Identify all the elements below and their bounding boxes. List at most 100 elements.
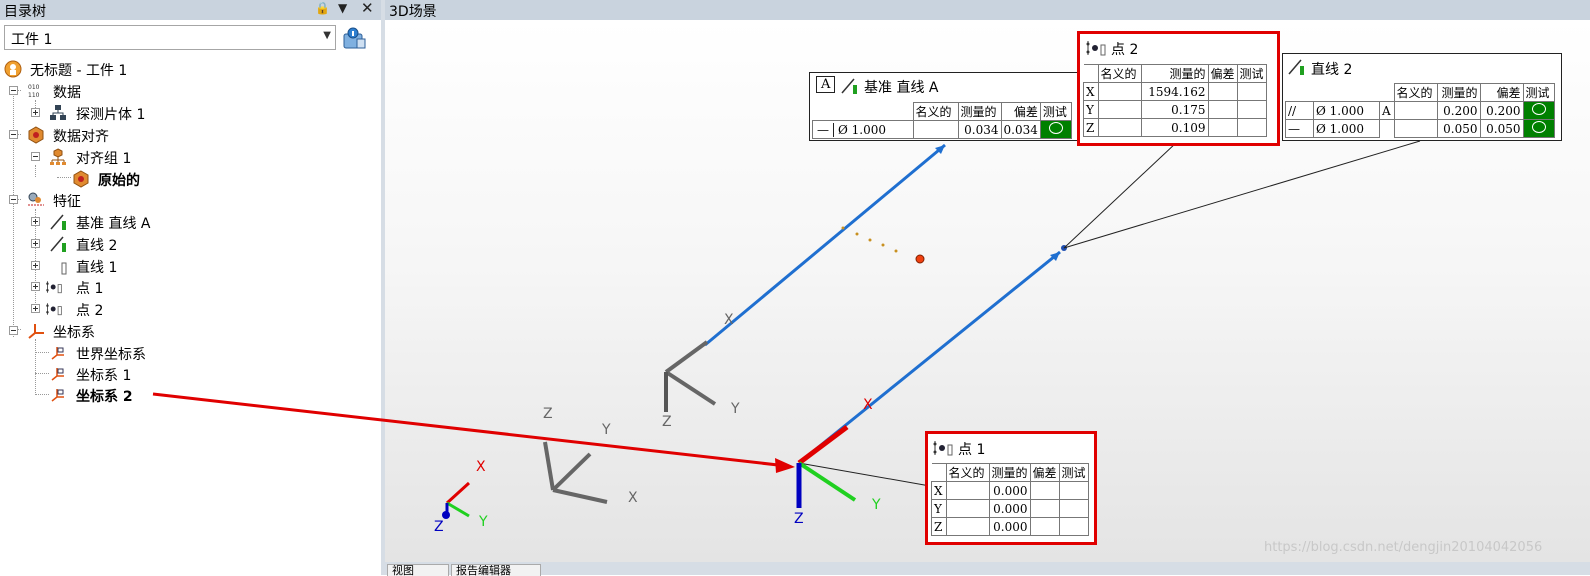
label-title: 点 1 (958, 442, 986, 458)
pin-icon[interactable]: 🔒 (315, 1, 330, 15)
line-1-geometry[interactable] (841, 226, 898, 253)
col-test: 测试 (1236, 64, 1267, 83)
close-icon[interactable]: ✕ (361, 0, 374, 17)
svg-text:Y: Y (871, 497, 881, 513)
collapse-toggle[interactable] (9, 130, 18, 139)
panel-title-bar: 目录树 🔒 ▼ ✕ (0, 0, 381, 20)
expand-toggle[interactable] (31, 217, 40, 226)
point-icon (933, 441, 953, 456)
pass-indicator (1522, 119, 1555, 138)
table-row: Z 0.000 (931, 517, 1089, 536)
datum-line-a-geometry[interactable] (704, 143, 946, 347)
panel-menu-icon[interactable]: ▼ (338, 1, 347, 15)
tree-item-label: 数据对齐 (53, 129, 109, 145)
tab-view[interactable]: 视图 (387, 564, 449, 576)
line-icon (1288, 59, 1304, 75)
tree-item-line-2[interactable]: 直线 2 (0, 233, 381, 254)
label-line-2[interactable]: 直线 2 名义的 测量的 偏差 测试 //Ø 1.000 A 0.200 0.200 … (1282, 53, 1562, 141)
tree-item-label: 坐标系 1 (76, 368, 132, 384)
col-nominal: 名义的 (1097, 64, 1142, 83)
tree-item-alignment-group[interactable]: 对齐组 1 (0, 146, 381, 167)
col-test: 测试 (1522, 83, 1555, 102)
svg-text:X: X (863, 397, 873, 413)
tree-item-coordinate-systems[interactable]: 坐标系 (0, 320, 381, 341)
datum-line-icon (50, 214, 66, 230)
pass-indicator (1522, 101, 1555, 120)
workpiece-icon (4, 60, 22, 78)
svg-text:110: 110 (28, 92, 40, 99)
workpiece-properties-icon[interactable] (341, 25, 367, 51)
alignment-icon (28, 126, 44, 144)
label-datum-line-a[interactable]: A 基准 直线 A 名义的 测量的 偏差 测试 — Ø 1.000 0.034 0… (809, 72, 1078, 141)
expand-toggle[interactable] (31, 239, 40, 248)
tree-item-features[interactable]: 特征 (0, 189, 381, 210)
point-icon (1086, 41, 1106, 56)
table-row: Z 0.109 (1083, 118, 1267, 137)
tree-item-point-1[interactable]: 点 1 (0, 276, 381, 297)
tree-item-label: 点 1 (76, 281, 104, 297)
tree-item-label: 点 2 (76, 303, 104, 319)
tree-item-probe-body[interactable]: 探测片体 1 (0, 102, 381, 123)
tree-item-csys-1[interactable]: 坐标系 1 (0, 363, 381, 384)
pass-indicator (1039, 120, 1072, 139)
csys-2-triad[interactable]: X Y Z (794, 397, 881, 527)
coordinate-system-icon (28, 324, 44, 339)
col-deviation: 偏差 (1029, 463, 1060, 482)
collapse-toggle[interactable] (9, 326, 18, 335)
col-measured: 测量的 (957, 102, 1002, 121)
line-icon (50, 236, 66, 252)
col-nominal: 名义的 (945, 463, 990, 482)
leader-line-line2 (1063, 140, 1421, 249)
table-row: Y 0.000 (931, 499, 1089, 518)
collapse-toggle[interactable] (9, 86, 18, 95)
point-marker[interactable] (915, 254, 925, 264)
col-measured: 测量的 (1436, 83, 1481, 102)
csys-1-triad[interactable]: X Y Z (662, 312, 740, 430)
workpiece-dropdown[interactable]: 工件 1 ▼ (4, 25, 336, 50)
tree-item-line-1[interactable]: 直线 1 (0, 255, 381, 276)
collapse-toggle[interactable] (9, 195, 18, 204)
world-csys-triad[interactable]: Z Y X (543, 406, 638, 506)
tree-item-csys-2[interactable]: 坐标系 2 (0, 384, 381, 405)
tree-item-workpiece[interactable]: 无标题 - 工件 1 (0, 58, 381, 79)
tree-item-label: 无标题 - 工件 1 (30, 63, 128, 79)
expand-toggle[interactable] (31, 261, 40, 270)
expand-toggle[interactable] (31, 282, 40, 291)
col-nominal: 名义的 (1393, 83, 1438, 102)
scene-title: 3D场景 (389, 4, 437, 20)
features-icon (28, 192, 44, 206)
col-deviation: 偏差 (1207, 64, 1238, 83)
chevron-down-icon[interactable]: ▼ (323, 30, 331, 41)
datum-symbol: A (816, 76, 836, 93)
svg-text:X: X (628, 490, 638, 506)
point-icon (46, 281, 62, 294)
expand-toggle[interactable] (31, 304, 40, 313)
svg-text:Y: Y (478, 514, 488, 530)
label-title: 直线 2 (1311, 62, 1353, 78)
original-alignment-icon (73, 170, 89, 188)
tree-item-original[interactable]: 原始的 (0, 168, 381, 189)
point-icon (46, 303, 62, 316)
svg-text:Z: Z (794, 511, 804, 527)
tree-item-label: 世界坐标系 (76, 347, 146, 363)
watermark: https://blog.csdn.net/dengjin20104042056 (1264, 540, 1543, 555)
csys-icon (51, 389, 64, 402)
line-gray-icon (61, 262, 67, 275)
tree-item-datum-line-a[interactable]: 基准 直线 A (0, 211, 381, 232)
tree-item-world-csys[interactable]: 世界坐标系 (0, 342, 381, 363)
table-row: Y 0.175 (1083, 100, 1267, 119)
svg-text:010: 010 (28, 84, 40, 91)
tree-item-label: 探测片体 1 (76, 107, 146, 123)
label-point-1[interactable]: 点 1 名义的 测量的 偏差 测试 X 0.000 Y 0.000 Z 0.000 (925, 431, 1097, 545)
collapse-toggle[interactable] (31, 152, 40, 161)
tree-item-point-2[interactable]: 点 2 (0, 298, 381, 319)
view-orientation-triad: X Y Z (434, 459, 488, 535)
label-point-2[interactable]: 点 2 名义的 测量的 偏差 测试 X 1594.162 Y 0.175 Z 0.10… (1077, 31, 1280, 146)
expand-toggle[interactable] (31, 108, 40, 117)
tree-item-data[interactable]: 010 110 数据 (0, 80, 381, 101)
datum-line-icon (841, 78, 857, 94)
csys-icon (51, 347, 64, 360)
tree-item-data-alignment[interactable]: 数据对齐 (0, 124, 381, 145)
tab-report-editor[interactable]: 报告编辑器 (451, 564, 541, 576)
scene-tab-bar: 视图 报告编辑器 (385, 562, 1590, 576)
